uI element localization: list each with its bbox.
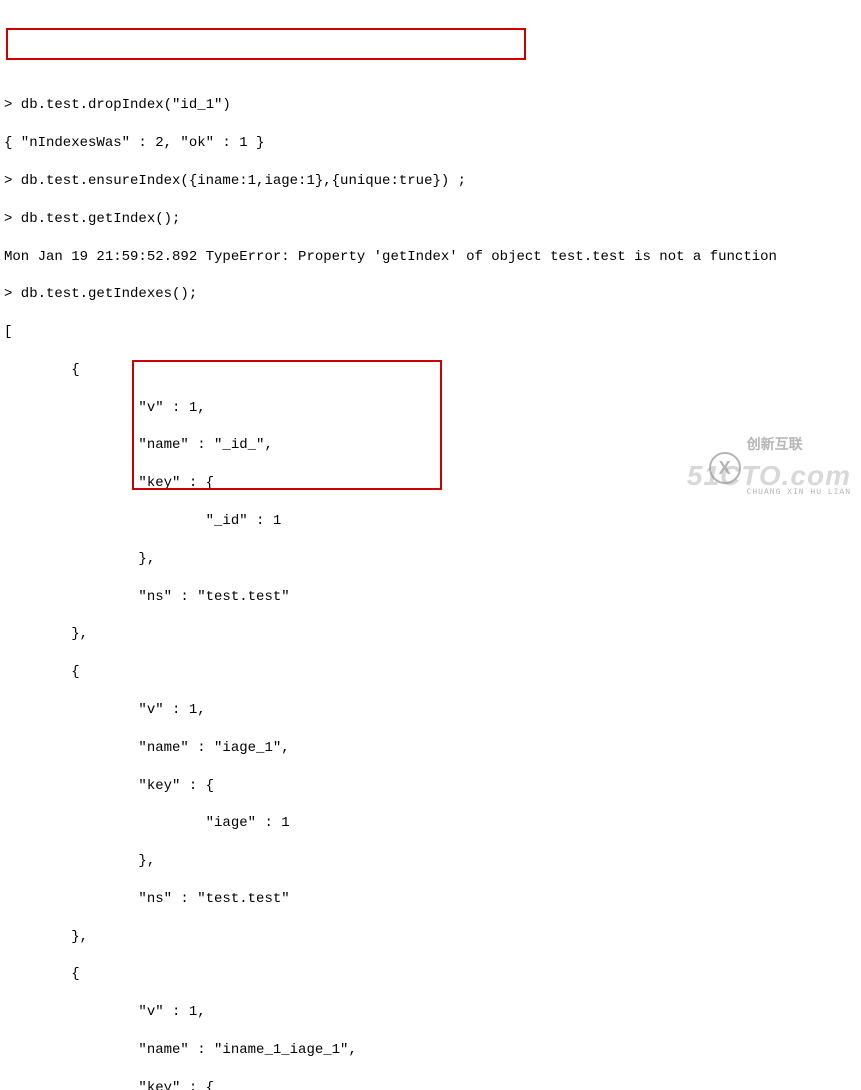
index-0-key-close: }, xyxy=(4,550,857,569)
logo-main-text: 创新互联 xyxy=(747,437,851,451)
watermark-logo: X 创新互联 CHUANG XIN HU LIAN xyxy=(709,399,851,537)
logo-text-wrap: 创新互联 CHUANG XIN HU LIAN xyxy=(747,399,851,537)
error-line: Mon Jan 19 21:59:52.892 TypeError: Prope… xyxy=(4,248,857,267)
index-1-open: { xyxy=(4,663,857,682)
index-2-v: "v" : 1, xyxy=(4,1003,857,1022)
cmd-getindexes: > db.test.getIndexes(); xyxy=(4,285,857,304)
index-1-key-open: "key" : { xyxy=(4,777,857,796)
cmd-ensureindex: > db.test.ensureIndex({iname:1,iage:1},{… xyxy=(4,172,857,191)
terminal-output: > db.test.dropIndex("id_1") { "nIndexesW… xyxy=(0,76,861,1090)
index-1-close: }, xyxy=(4,928,857,947)
index-1-key-iage: "iage" : 1 xyxy=(4,814,857,833)
index-1-name: "name" : "iage_1", xyxy=(4,739,857,758)
index-1-key-close: }, xyxy=(4,852,857,871)
cmd-dropindex: > db.test.dropIndex("id_1") xyxy=(4,96,857,115)
index-1-ns: "ns" : "test.test" xyxy=(4,890,857,909)
index-0-close: }, xyxy=(4,625,857,644)
index-2-open: { xyxy=(4,965,857,984)
logo-sub-text: CHUANG XIN HU LIAN xyxy=(747,488,851,499)
index-1-v: "v" : 1, xyxy=(4,701,857,720)
index-2-name: "name" : "iname_1_iage_1", xyxy=(4,1041,857,1060)
logo-icon: X xyxy=(709,452,741,484)
output-bracket-open: [ xyxy=(4,323,857,342)
highlight-ensureindex xyxy=(6,28,526,60)
index-2-key-open: "key" : { xyxy=(4,1079,857,1090)
index-0-open: { xyxy=(4,361,857,380)
index-0-ns: "ns" : "test.test" xyxy=(4,588,857,607)
result-dropindex: { "nIndexesWas" : 2, "ok" : 1 } xyxy=(4,134,857,153)
cmd-getindex: > db.test.getIndex(); xyxy=(4,210,857,229)
